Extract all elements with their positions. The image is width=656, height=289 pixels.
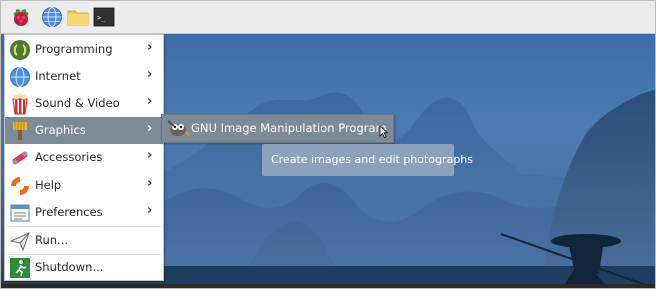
menu-item-label: Graphics	[35, 123, 86, 137]
menu-item-internet[interactable]: Internet ›	[5, 63, 163, 90]
popcorn-icon	[12, 93, 28, 115]
menu-item-sound-video[interactable]: Sound & Video ›	[5, 90, 163, 117]
tooltip: Create images and edit photographs	[262, 144, 473, 176]
menu-item-graphics[interactable]: Graphics ›	[5, 117, 163, 144]
gimp-icon	[167, 120, 189, 136]
paintbrush-icon	[13, 122, 27, 140]
menu-item-programming[interactable]: Programming ›	[5, 36, 163, 63]
globe-icon	[10, 67, 30, 87]
programming-icon	[10, 40, 30, 60]
web-browser-icon[interactable]	[41, 6, 63, 28]
taskbar: >_	[1, 1, 655, 34]
tooltip-text: Create images and edit photographs	[271, 153, 474, 166]
submenu-item-gimp[interactable]: GNU Image Manipulation Program	[191, 121, 387, 135]
menu-item-label: Shutdown...	[35, 260, 104, 274]
menu-item-shutdown[interactable]: Shutdown...	[5, 254, 163, 281]
menu-item-label: Sound & Video	[35, 96, 120, 110]
exit-icon	[10, 258, 30, 278]
menu-item-help[interactable]: Help ›	[5, 172, 163, 199]
accessories-icon	[12, 151, 28, 165]
mouse-pointer-icon	[379, 125, 389, 138]
screen: >_ Programming › Internet › Sound & Vide…	[0, 0, 656, 289]
graphics-submenu: GNU Image Manipulation Program	[161, 114, 394, 143]
submenu-arrow-icon: ›	[147, 203, 153, 218]
file-manager-icon[interactable]	[67, 6, 89, 28]
lifebuoy-icon	[11, 177, 29, 195]
menu-item-preferences[interactable]: Preferences ›	[5, 199, 163, 226]
paper-plane-icon	[9, 232, 30, 252]
svg-text:>_: >_	[97, 14, 106, 22]
menu-item-run[interactable]: Run...	[5, 227, 163, 254]
menu-item-label: Accessories	[35, 150, 103, 164]
menu-item-accessories[interactable]: Accessories ›	[5, 144, 163, 171]
menu-item-label: Run...	[35, 233, 69, 247]
menu-item-label: Preferences	[35, 205, 103, 219]
submenu-arrow-icon: ›	[147, 40, 153, 55]
preferences-icon	[10, 204, 30, 222]
application-menu: Programming › Internet › Sound & Video ›	[4, 34, 164, 281]
submenu-arrow-icon: ›	[147, 176, 153, 191]
menu-item-label: Programming	[35, 42, 113, 56]
submenu-arrow-icon: ›	[147, 67, 153, 82]
menu-item-label: Help	[35, 178, 62, 192]
menu-item-label: Internet	[35, 69, 81, 83]
submenu-arrow-icon: ›	[147, 148, 153, 163]
submenu-arrow-icon: ›	[147, 121, 153, 136]
raspberry-menu-icon[interactable]	[10, 6, 32, 28]
terminal-icon[interactable]: >_	[93, 6, 115, 28]
submenu-arrow-icon: ›	[147, 94, 153, 109]
